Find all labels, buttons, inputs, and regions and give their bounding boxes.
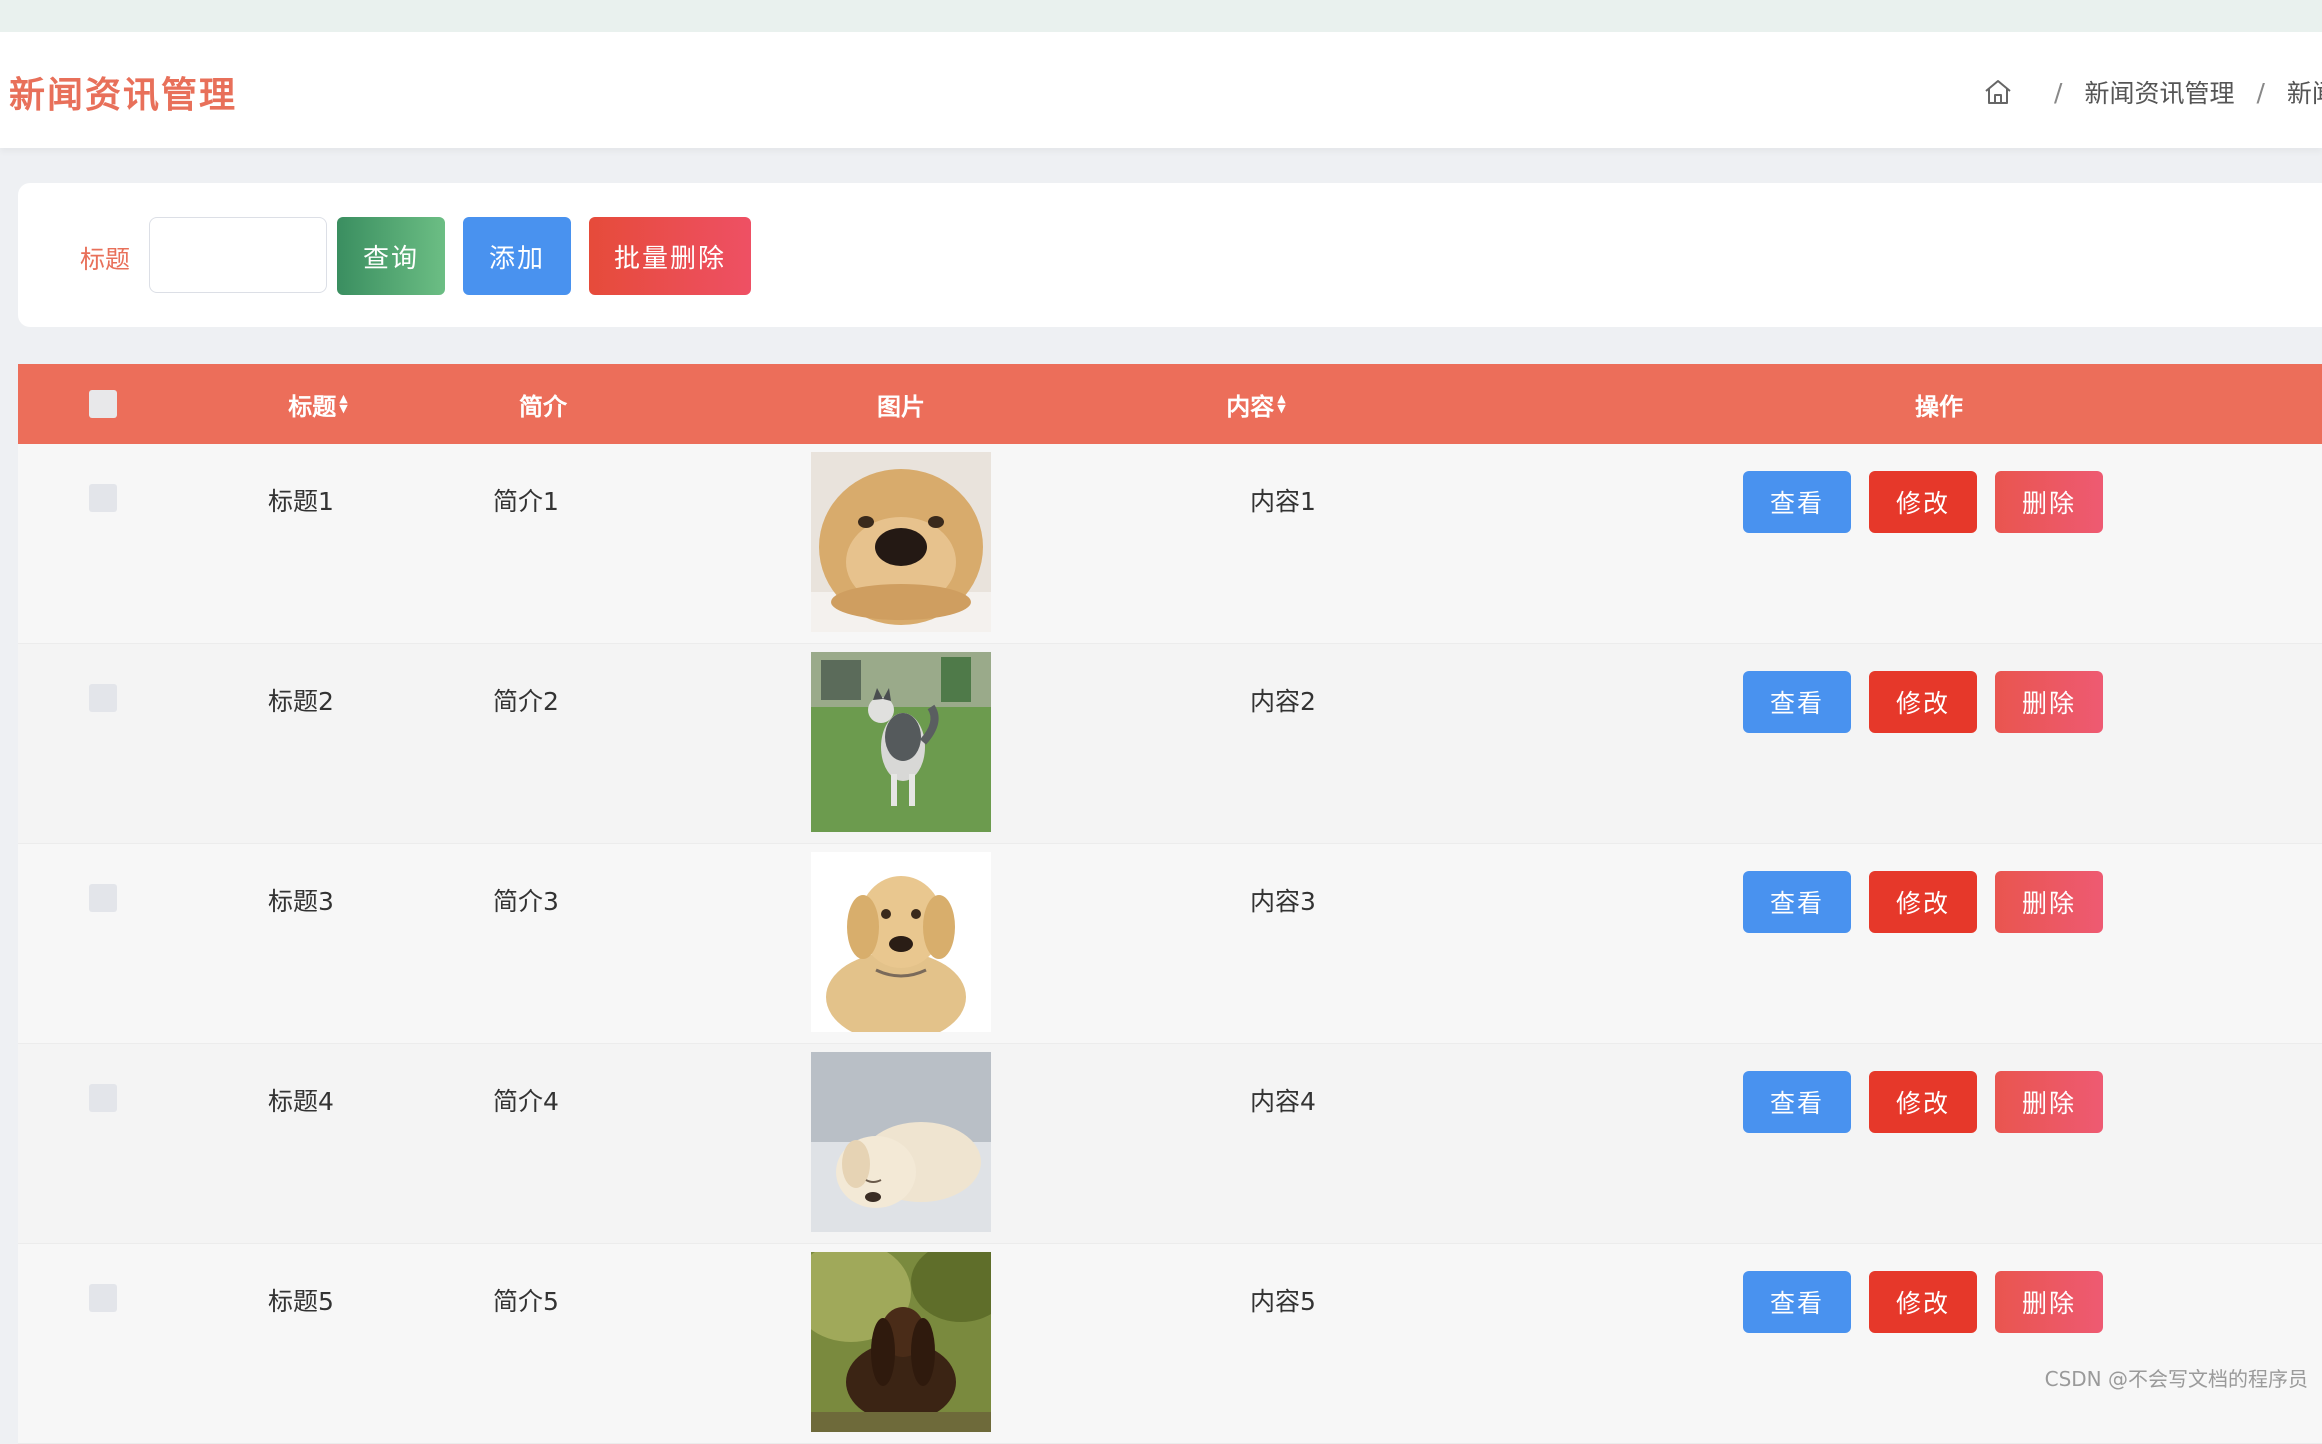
thumbnail-golden-puppy-face[interactable] [811,452,991,632]
table-row: 标题4 简介4 内容4 查看 修改 删除 [18,1044,2322,1244]
breadcrumb-item[interactable]: 新闻资讯管理 [2084,74,2234,110]
table-header: 标题 ▲ ▼ 简介 图片 内容 ▲ ▼ 操作 [18,364,2322,444]
row-checkbox[interactable] [89,1284,117,1312]
view-button[interactable]: 查看 [1743,671,1851,733]
cell-content: 内容3 [1250,887,1316,916]
delete-button[interactable]: 删除 [1995,871,2103,933]
table-body: 标题1 简介1 内容1 查看 修改 删除 标题2 简介2 内容2 查看 修改 删… [18,444,2322,1444]
cell-content: 内容5 [1250,1287,1316,1316]
watermark: CSDN @不会写文档的程序员 [2044,1367,2308,1391]
breadcrumb-separator: / [2256,77,2265,107]
news-table: 标题 ▲ ▼ 简介 图片 内容 ▲ ▼ 操作 标题1 简介1 内容1 查看 修改… [18,364,2322,1444]
column-header-actions: 操作 [1889,364,1989,444]
thumbnail-sleeping-puppy[interactable] [811,1052,991,1232]
sort-icon[interactable]: ▲ ▼ [339,393,347,414]
thumbnail-dark-dog-outdoors[interactable] [811,1252,991,1432]
search-panel: 标题 查询 添加 批量删除 [18,183,2322,327]
cell-summary: 简介4 [493,1087,559,1116]
column-header-image: 图片 [851,364,951,444]
cell-title: 标题1 [268,487,334,516]
cell-title: 标题4 [268,1087,334,1116]
delete-button[interactable]: 删除 [1995,1071,2103,1133]
select-all-checkbox[interactable] [89,390,117,418]
cell-summary: 简介1 [493,487,559,516]
table-row: 标题3 简介3 内容3 查看 修改 删除 [18,844,2322,1044]
table-row: 标题5 简介5 内容5 查看 修改 删除 [18,1244,2322,1444]
breadcrumb-separator: / [2054,77,2063,107]
cell-content: 内容1 [1250,487,1316,516]
search-title-input[interactable] [149,217,327,293]
column-title-label: 标题 [288,392,337,421]
row-checkbox[interactable] [89,484,117,512]
cell-summary: 简介5 [493,1287,559,1316]
edit-button[interactable]: 修改 [1869,471,1977,533]
cell-summary: 简介3 [493,887,559,916]
row-checkbox[interactable] [89,884,117,912]
page-header: 新闻资讯管理 / 新闻资讯管理 / 新闻 [0,32,2322,148]
cell-content: 内容4 [1250,1087,1316,1116]
column-image-label: 图片 [877,392,925,421]
row-checkbox[interactable] [89,1084,117,1112]
delete-button[interactable]: 删除 [1995,471,2103,533]
breadcrumb-item[interactable]: 新闻 [2287,74,2322,110]
edit-button[interactable]: 修改 [1869,1071,1977,1133]
view-button[interactable]: 查看 [1743,1071,1851,1133]
thumbnail-husky-on-grass[interactable] [811,652,991,832]
delete-button[interactable]: 删除 [1995,1271,2103,1333]
column-summary-label: 简介 [519,392,567,421]
edit-button[interactable]: 修改 [1869,871,1977,933]
search-title-label: 标题 [80,245,131,274]
home-icon[interactable] [1982,76,2014,108]
column-header-title[interactable]: 标题 ▲ ▼ [258,364,378,444]
cell-summary: 简介2 [493,687,559,716]
column-header-summary: 简介 [493,364,593,444]
cell-content: 内容2 [1250,687,1316,716]
batch-delete-button[interactable]: 批量删除 [589,217,751,295]
page-title: 新闻资讯管理 [9,75,238,116]
row-checkbox[interactable] [89,684,117,712]
cell-title: 标题3 [268,887,334,916]
add-button[interactable]: 添加 [463,217,571,295]
view-button[interactable]: 查看 [1743,1271,1851,1333]
column-content-label: 内容 [1226,392,1275,421]
table-row: 标题1 简介1 内容1 查看 修改 删除 [18,444,2322,644]
thumbnail-labrador-puppy-sitting[interactable] [811,852,991,1032]
column-header-content[interactable]: 内容 ▲ ▼ [1196,364,1316,444]
breadcrumb: / 新闻资讯管理 / 新闻 [1982,72,2322,112]
view-button[interactable]: 查看 [1743,471,1851,533]
edit-button[interactable]: 修改 [1869,671,1977,733]
cell-title: 标题2 [268,687,334,716]
cell-title: 标题5 [268,1287,334,1316]
query-button[interactable]: 查询 [337,217,445,295]
top-strip [0,0,2322,32]
column-actions-label: 操作 [1915,392,1963,421]
delete-button[interactable]: 删除 [1995,671,2103,733]
edit-button[interactable]: 修改 [1869,1271,1977,1333]
view-button[interactable]: 查看 [1743,871,1851,933]
table-row: 标题2 简介2 内容2 查看 修改 删除 [18,644,2322,844]
sort-icon[interactable]: ▲ ▼ [1277,393,1285,414]
